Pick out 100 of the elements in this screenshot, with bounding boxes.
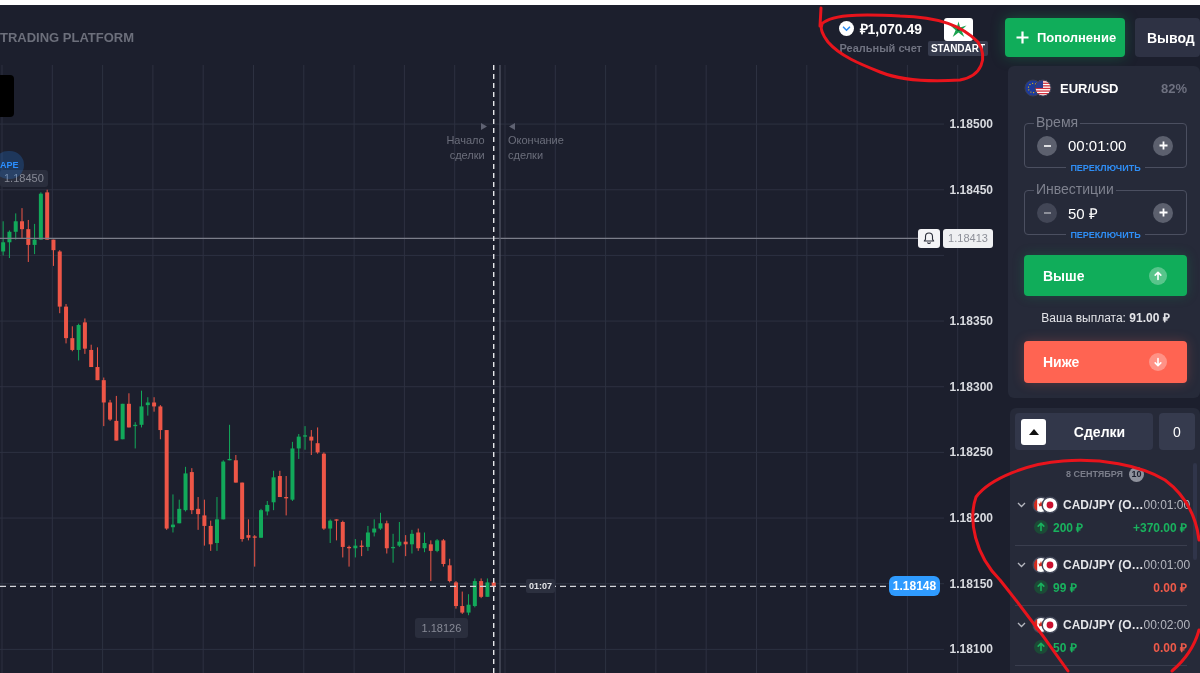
switch-link[interactable]: ПЕРЕКЛЮЧИТЬ: [1066, 229, 1145, 241]
account-type-label: Реальный счет: [839, 41, 922, 55]
chevron-down-icon[interactable]: [1017, 502, 1026, 508]
collapse-toggle-button[interactable]: [1021, 418, 1046, 445]
candle-wick: [310, 429, 312, 456]
increase-button[interactable]: [1153, 202, 1173, 223]
plus-icon: [1016, 31, 1029, 44]
withdraw-button[interactable]: Вывод: [1135, 18, 1200, 57]
candle-wick: [21, 207, 23, 239]
triangle-right-icon: [480, 123, 487, 130]
triangle-left-icon: [509, 123, 515, 130]
candle-wick: [141, 390, 142, 428]
candle-wick: [361, 539, 363, 557]
trade-result: 0.00 ₽: [1153, 579, 1187, 596]
field-value: 50 ₽: [1068, 203, 1098, 223]
candle-wick: [304, 425, 306, 451]
candle-wick: [2, 220, 4, 256]
candle-wick: [172, 493, 174, 533]
trade-duration: 00:01:00: [1143, 558, 1191, 572]
candle-wick: [103, 377, 105, 427]
low-price-label: 1.18126: [414, 618, 469, 639]
candle-wick: [354, 538, 356, 558]
date-label: 8 СЕНТЯБРЯ: [1065, 469, 1124, 479]
increase-button[interactable]: [1153, 135, 1173, 156]
price-axis-label: 1.18300: [949, 379, 993, 394]
higher-button[interactable]: Выше: [1024, 255, 1187, 296]
field-label: Инвестиции: [1034, 181, 1116, 198]
currency-flags-icon: [1032, 556, 1059, 574]
decrease-button[interactable]: [1037, 135, 1057, 156]
candle-wick: [285, 475, 287, 516]
trade-amount: 99 ₽: [1053, 579, 1077, 596]
account-balance: ₽1,070.49: [859, 19, 922, 38]
candle: [454, 582, 458, 607]
trade-amount: 200 ₽: [1053, 519, 1084, 536]
chevron-down-icon[interactable]: [1017, 622, 1026, 628]
trade-pair: CAD/JPY (O…: [1063, 618, 1144, 632]
candle-wick: [455, 580, 457, 610]
candle-wick: [468, 593, 470, 616]
chevron-down-icon[interactable]: [1017, 562, 1026, 568]
payout-text: Ваша выплата: 91.00 ₽: [1040, 310, 1171, 326]
price-axis-label: 1.18350: [949, 314, 993, 329]
scrollbar[interactable]: [1193, 463, 1197, 560]
currency-flags-icon: [1032, 616, 1059, 634]
candle-wick: [153, 396, 155, 413]
candle-wick: [159, 404, 161, 440]
minus-icon: [1043, 211, 1051, 214]
current-price-label: 1.18148: [889, 576, 940, 597]
candle-wick: [216, 496, 218, 552]
candle-wick: [398, 521, 400, 548]
candle-wick: [336, 518, 337, 541]
lower-button[interactable]: Ниже: [1024, 341, 1187, 383]
candle-wick: [109, 399, 111, 422]
candle-wick: [424, 532, 426, 553]
candle-wick: [27, 219, 29, 263]
field-value: 00:01:00: [1068, 137, 1127, 154]
trade-duration: 00:02:00: [1143, 618, 1191, 632]
trade-result: 0.00 ₽: [1153, 639, 1187, 656]
chevron-down-icon[interactable]: [838, 20, 854, 36]
candle: [20, 221, 24, 230]
candle-wick: [442, 538, 444, 568]
candle-wick: [254, 534, 256, 568]
triangle-up-icon: [1028, 428, 1039, 435]
candle-wick: [34, 223, 36, 255]
candle-wick: [411, 529, 413, 554]
candle-wick: [317, 426, 319, 455]
trade-amount: 50 ₽: [1053, 639, 1077, 656]
candle-wick: [298, 433, 300, 460]
trade-pair: CAD/JPY (O…: [1063, 498, 1144, 512]
high-price-label: 1.18450: [0, 169, 48, 187]
candle-wick: [8, 229, 10, 259]
plus-icon: [1158, 208, 1168, 217]
arrow-up-icon: [1149, 266, 1167, 285]
bell-icon[interactable]: [918, 228, 940, 248]
candle-wick: [329, 518, 331, 544]
candle-wick: [392, 533, 394, 564]
candle: [215, 519, 219, 543]
candle-wick: [197, 496, 199, 531]
candle-wick: [147, 396, 149, 417]
deals-title: Сделки: [1072, 423, 1127, 440]
plus-icon: [1158, 141, 1168, 150]
candle-wick: [15, 212, 17, 241]
candle-wick: [367, 525, 369, 552]
price-axis-label: 1.18450: [949, 182, 993, 197]
candle-wick: [430, 539, 432, 582]
cut-off-panel: [0, 75, 14, 117]
alert-price-label: 1.18413: [943, 228, 993, 248]
candle-wick: [71, 325, 73, 352]
price-axis-label: 1.18100: [949, 642, 993, 657]
trade-timer: 01:07: [526, 579, 556, 594]
deposit-button[interactable]: Пополнение: [1005, 18, 1125, 57]
switch-link[interactable]: ПЕРЕКЛЮЧИТЬ: [1066, 162, 1145, 174]
candle-wick: [229, 424, 231, 461]
arrow-down-icon: [1149, 353, 1167, 371]
candle-wick: [134, 421, 136, 449]
minus-icon: [1043, 144, 1051, 147]
asset-name[interactable]: EUR/USD: [1060, 80, 1119, 96]
candle-wick: [449, 558, 451, 583]
deals-count: 0: [1159, 413, 1195, 450]
platform-title: TRADING PLATFORM: [0, 30, 136, 46]
trade-start-label: Начало сделки: [446, 133, 485, 163]
